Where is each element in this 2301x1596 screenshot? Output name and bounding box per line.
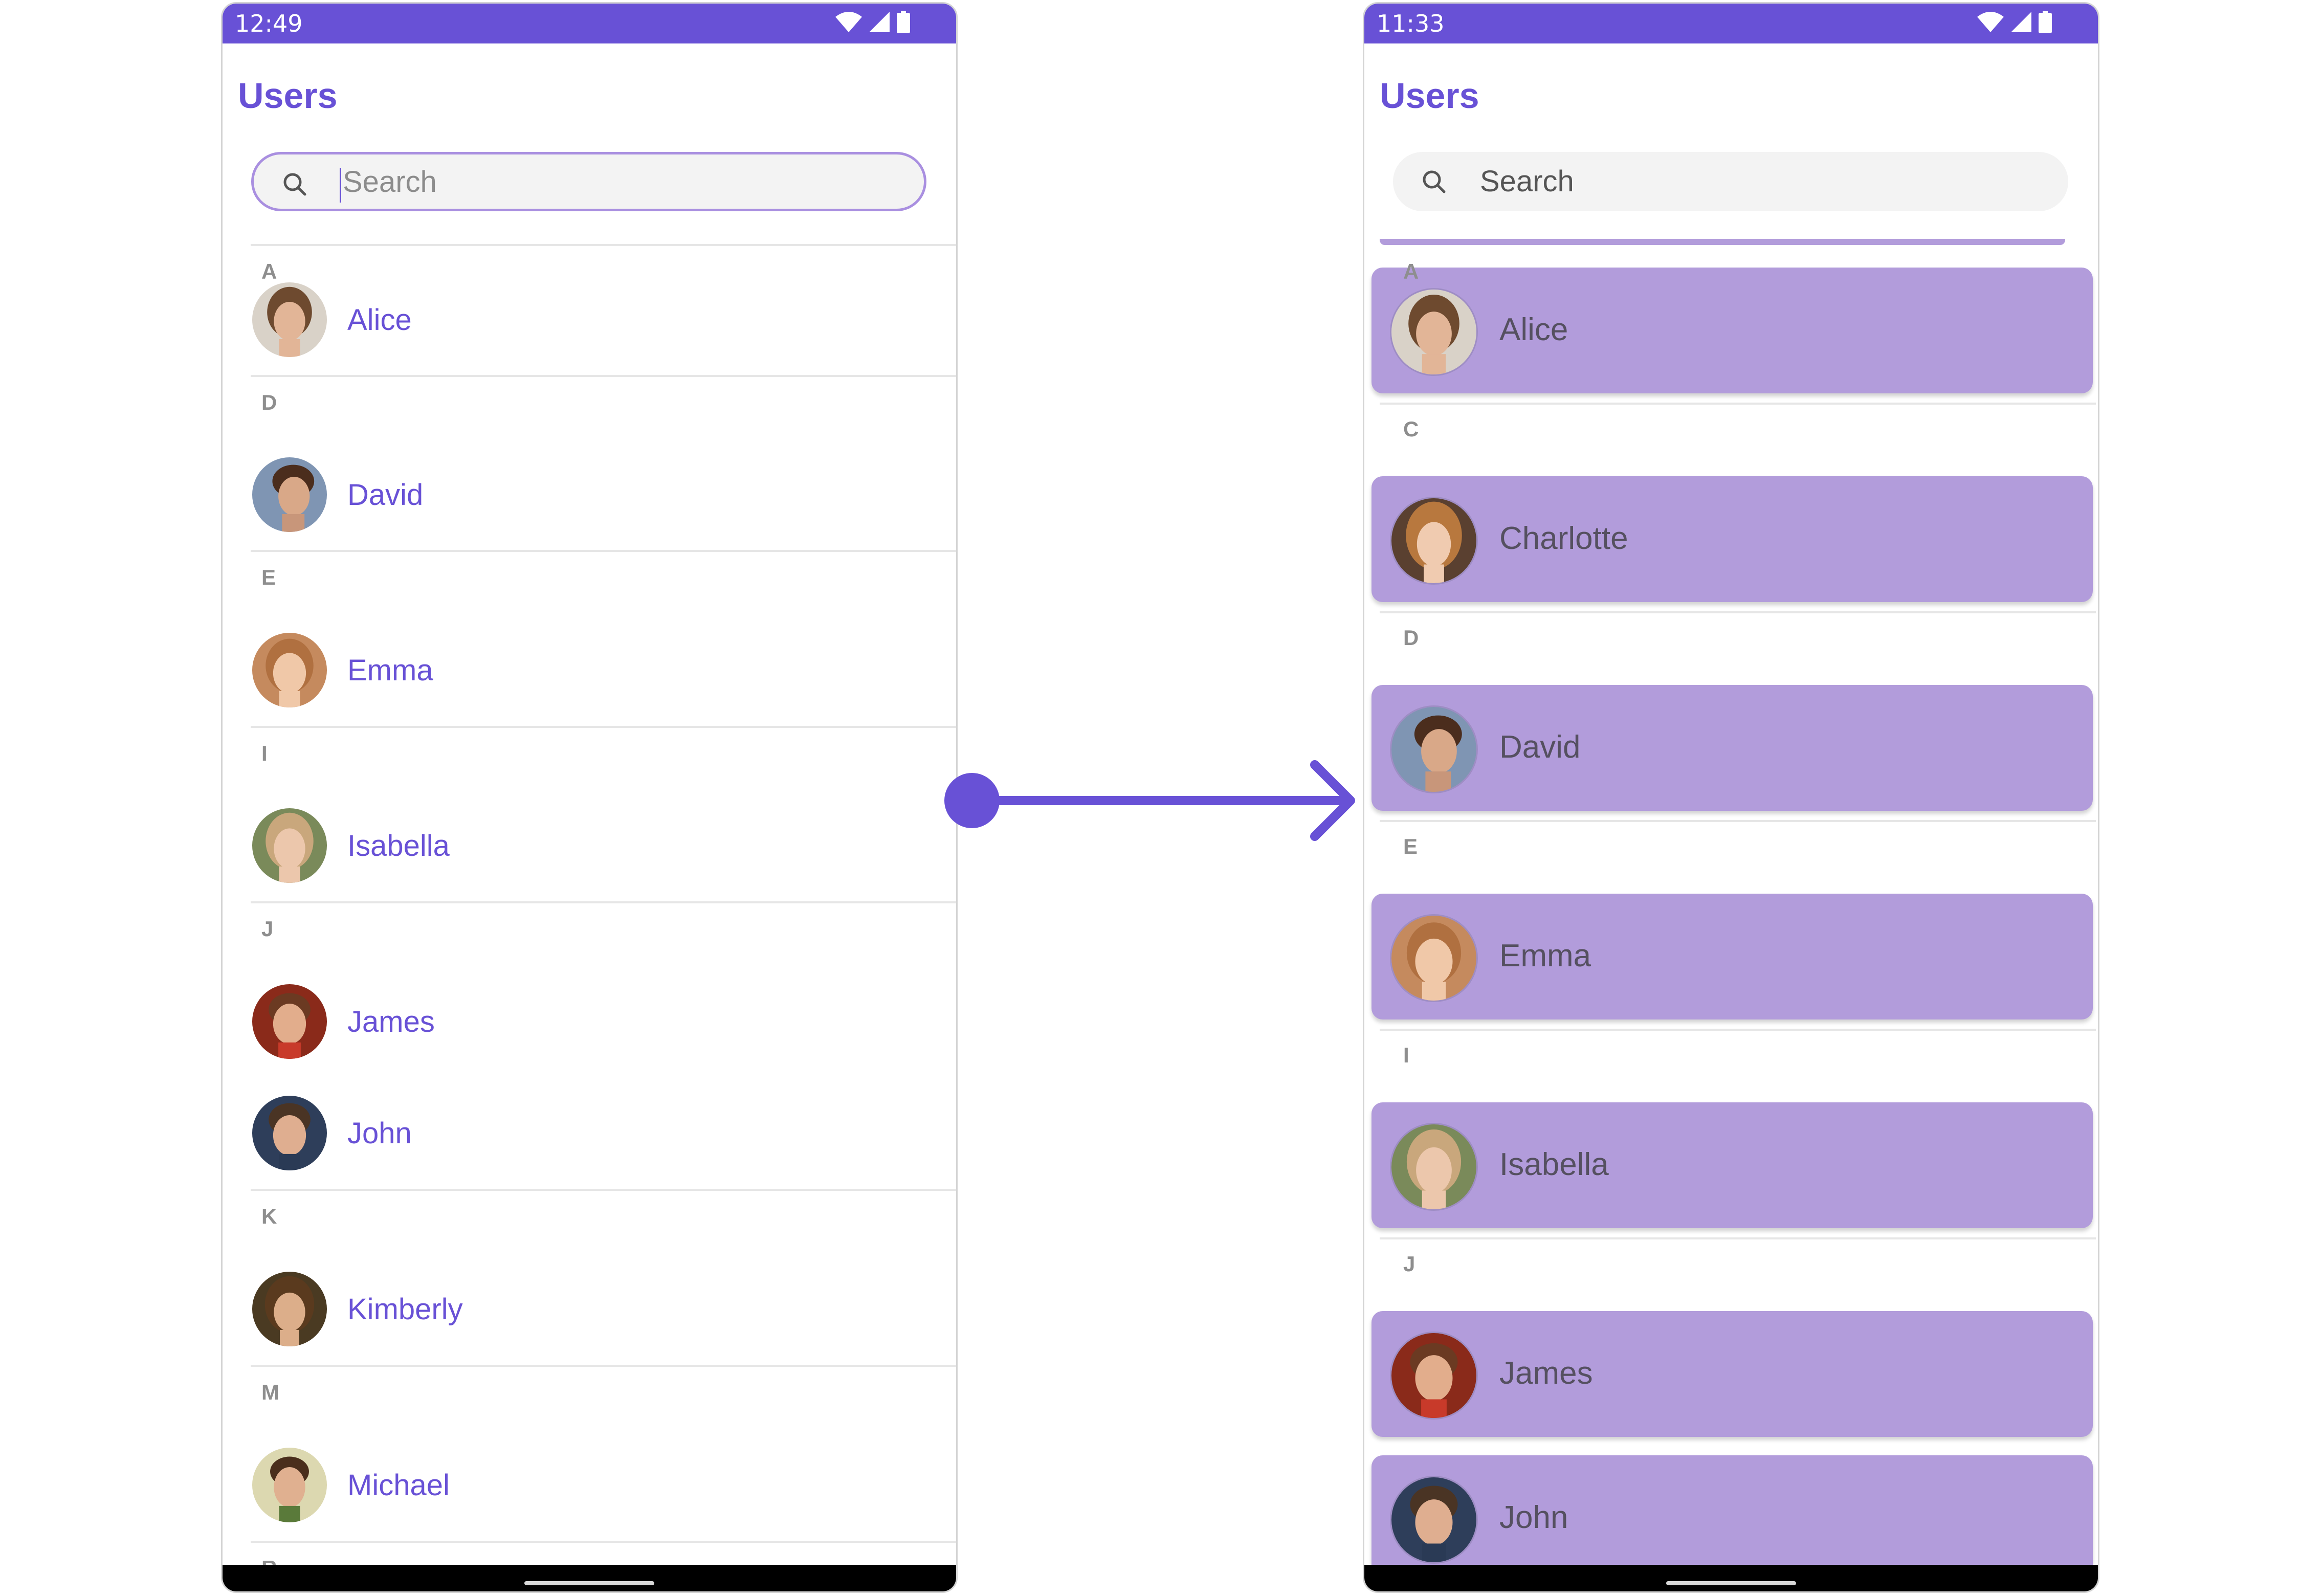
phone-screen-before: 12:49 Users Search A Alice D David E Emm…	[221, 2, 958, 1593]
section-letter: C	[1403, 417, 1419, 441]
avatar	[252, 633, 327, 707]
divider	[251, 550, 956, 552]
arrow-right-icon	[944, 760, 1355, 841]
user-name: Michael	[347, 1469, 450, 1502]
user-name: Emma	[1499, 938, 1591, 973]
divider	[251, 244, 956, 246]
user-card-charlotte[interactable]: Charlotte	[1371, 476, 2093, 602]
section-letter: A	[1403, 259, 1419, 283]
avatar	[1390, 705, 1478, 793]
search-input[interactable]: Search	[251, 152, 926, 211]
wifi-icon	[835, 12, 862, 32]
avatar	[1390, 1123, 1478, 1211]
user-card-david[interactable]: David	[1371, 685, 2093, 811]
user-name: Isabella	[347, 829, 450, 862]
search-icon	[1423, 170, 1446, 193]
divider	[1380, 820, 2096, 822]
status-bar: 11:33	[1364, 4, 2098, 43]
section-letter: D	[261, 390, 277, 414]
user-name: David	[347, 478, 424, 512]
status-time: 11:33	[1377, 10, 1445, 37]
user-name: Charlotte	[1499, 521, 1628, 556]
divider	[251, 1365, 956, 1367]
section-letter: A	[261, 259, 277, 283]
divider	[251, 1541, 956, 1543]
user-card-isabella[interactable]: Isabella	[1371, 1102, 2093, 1228]
user-name: James	[1499, 1356, 1593, 1391]
section-letter: K	[261, 1204, 277, 1228]
user-card-alice[interactable]: Alice	[1371, 268, 2093, 393]
avatar	[252, 984, 327, 1059]
phone-screen-after: 11:33 Users Search A Alice C Charlotte D…	[1363, 2, 2099, 1593]
avatar	[252, 457, 327, 532]
user-card-john[interactable]: John	[1371, 1455, 2093, 1581]
avatar	[252, 282, 327, 357]
page-title: Users	[1380, 76, 1479, 116]
divider	[1380, 1237, 2096, 1239]
avatar	[1390, 288, 1478, 376]
search-input[interactable]: Search	[1393, 152, 2068, 211]
home-gesture-pill[interactable]	[1666, 1581, 1796, 1585]
search-placeholder: Search	[1480, 165, 1574, 198]
section-letter: I	[1403, 1043, 1409, 1067]
battery-icon	[2039, 11, 2052, 33]
avatar	[1390, 1332, 1478, 1420]
search-placeholder: Search	[343, 165, 437, 198]
cellular-signal-icon	[869, 12, 890, 32]
section-letter: M	[261, 1380, 279, 1404]
section-letter: I	[261, 741, 268, 765]
navigation-bar	[1364, 1565, 2098, 1591]
avatar	[1390, 1476, 1478, 1564]
user-name: John	[347, 1117, 412, 1150]
navigation-bar	[223, 1565, 956, 1591]
status-bar: 12:49	[223, 4, 956, 43]
user-name: Emma	[347, 654, 433, 687]
avatar	[252, 1096, 327, 1170]
avatar	[252, 808, 327, 883]
avatar	[1390, 497, 1478, 585]
cellular-signal-icon	[2011, 12, 2031, 32]
status-time: 12:49	[235, 10, 303, 37]
text-caret	[340, 168, 341, 203]
page-title: Users	[238, 76, 338, 116]
divider	[1380, 403, 2096, 405]
divider	[251, 1189, 956, 1191]
section-letter: E	[1403, 834, 1418, 858]
divider	[251, 901, 956, 903]
user-name: David	[1499, 729, 1581, 765]
user-card-james[interactable]: James	[1371, 1311, 2093, 1437]
section-letter: J	[261, 917, 274, 941]
search-icon	[283, 173, 306, 196]
avatar	[252, 1272, 327, 1346]
divider	[1380, 611, 2096, 613]
user-name: Alice	[1499, 312, 1568, 347]
user-name: Isabella	[1499, 1147, 1609, 1182]
user-name: Kimberly	[347, 1293, 463, 1326]
divider	[1380, 1029, 2096, 1031]
section-letter: D	[1403, 626, 1419, 650]
avatar	[252, 1448, 327, 1522]
section-letter: J	[1403, 1252, 1415, 1276]
divider	[251, 375, 956, 377]
avatar	[1390, 914, 1478, 1002]
user-name: John	[1499, 1500, 1568, 1535]
user-card-emma[interactable]: Emma	[1371, 894, 2093, 1019]
list-item-partial	[1380, 239, 2065, 245]
divider	[251, 726, 956, 728]
home-gesture-pill[interactable]	[524, 1581, 654, 1585]
section-letter: E	[261, 565, 276, 589]
user-name: James	[347, 1005, 435, 1038]
wifi-icon	[1977, 12, 2004, 32]
battery-icon	[897, 11, 910, 33]
user-name: Alice	[347, 303, 412, 337]
